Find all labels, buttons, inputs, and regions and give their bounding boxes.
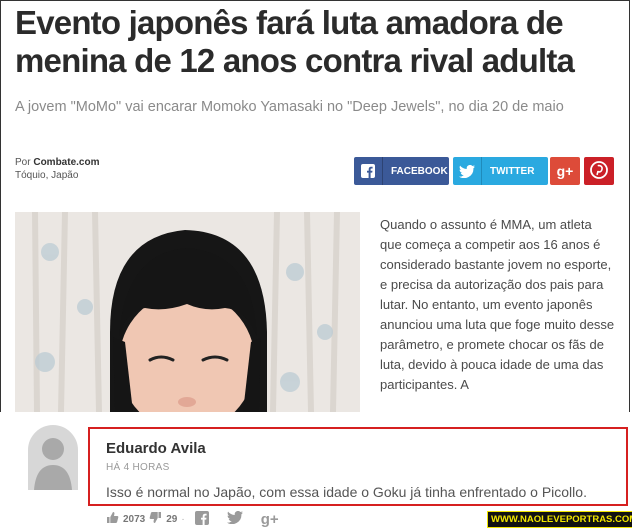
article-headline: Evento japonês fará luta amadora de meni… (15, 4, 575, 79)
article-subtitle: A jovem "MoMo" vai encarar Momoko Yamasa… (15, 99, 564, 115)
source-link[interactable]: Combate.com (33, 157, 99, 168)
twitter-icon (453, 157, 482, 185)
twitter-icon[interactable] (226, 510, 243, 527)
avatar[interactable] (28, 425, 78, 490)
pinterest-icon (590, 160, 608, 182)
like-icon[interactable] (106, 511, 119, 527)
googleplus-share-button[interactable]: g+ (550, 157, 580, 185)
comment-text: Isso é normal no Japão, com essa idade o… (106, 484, 587, 500)
facebook-icon[interactable] (194, 510, 209, 528)
twitter-label: TWITTER (490, 165, 535, 177)
pinterest-share-button[interactable] (584, 157, 614, 185)
dislike-icon[interactable] (149, 511, 162, 527)
facebook-icon (354, 157, 383, 185)
dot-separator: · (181, 513, 185, 525)
googleplus-icon: g+ (556, 163, 574, 179)
byline-prefix: Por (15, 157, 31, 168)
googleplus-icon[interactable]: g+ (261, 511, 279, 528)
site-watermark: WWW.NAOLEVEPORTRAS.COM (487, 511, 632, 528)
comment-timestamp: HÁ 4 HORAS (106, 462, 170, 473)
facebook-share-button[interactable]: FACEBOOK (354, 157, 449, 185)
location: Tóquio, Japão (15, 170, 79, 181)
byline: Por Combate.com Tóquio, Japão (15, 156, 99, 182)
comment-actions: 2073 29 · g+ (106, 510, 279, 528)
article-body: Quando o assunto é MMA, um atleta que co… (380, 217, 615, 392)
article-photo (15, 212, 360, 412)
twitter-share-button[interactable]: TWITTER (453, 157, 548, 185)
comment-author[interactable]: Eduardo Avila (106, 440, 206, 457)
facebook-label: FACEBOOK (391, 165, 448, 177)
reply-count: 29 (166, 513, 178, 525)
like-count: 2073 (123, 513, 146, 525)
